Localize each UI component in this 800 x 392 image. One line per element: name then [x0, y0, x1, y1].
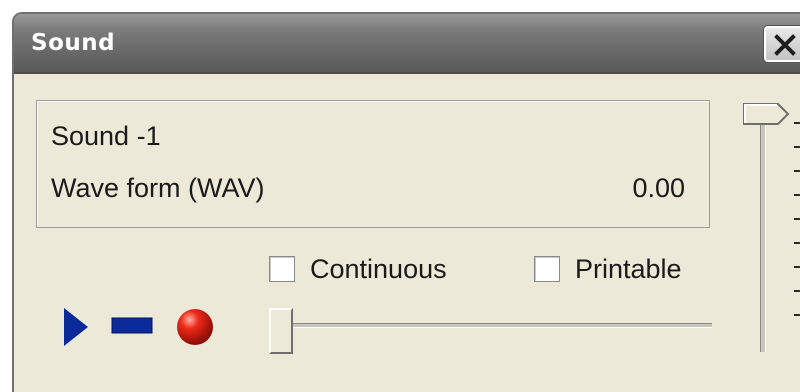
sound-duration: 0.00 [632, 173, 685, 203]
printable-label[interactable]: Printable [575, 254, 682, 285]
volume-tick [794, 146, 800, 148]
volume-tick [794, 242, 800, 244]
continuous-label[interactable]: Continuous [310, 254, 447, 285]
stop-icon[interactable] [110, 316, 156, 336]
volume-slider-track[interactable] [760, 120, 766, 352]
close-icon [774, 34, 796, 56]
volume-tick [794, 170, 800, 172]
sound-name: Sound -1 [51, 121, 161, 151]
volume-slider-thumb[interactable] [742, 100, 790, 130]
play-icon[interactable] [62, 306, 92, 348]
sound-info-panel: Sound -1 Wave form (WAV) 0.00 [36, 100, 710, 228]
volume-tick [794, 290, 800, 292]
window-title: Sound [31, 30, 116, 56]
volume-tick [794, 122, 800, 124]
sound-format: Wave form (WAV) [51, 173, 265, 203]
sound-window: Sound Sound -1 Wave form (WAV) 0.00 Cont… [12, 12, 800, 392]
volume-tick [794, 266, 800, 268]
title-bar[interactable]: Sound [14, 14, 800, 74]
close-button[interactable] [764, 26, 800, 62]
printable-checkbox[interactable] [534, 256, 560, 282]
position-slider-thumb[interactable] [269, 308, 293, 354]
volume-tick [794, 314, 800, 316]
position-slider-track[interactable] [272, 323, 712, 328]
continuous-checkbox[interactable] [269, 256, 295, 282]
volume-tick [794, 218, 800, 220]
record-icon[interactable] [174, 306, 216, 348]
volume-tick [794, 194, 800, 196]
